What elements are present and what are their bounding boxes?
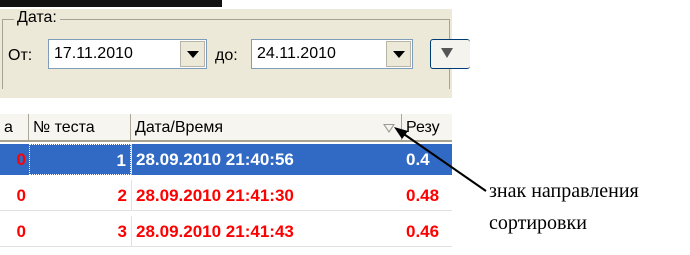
annotation-leader-line	[397, 129, 487, 192]
annotation-text-line2: сортировки	[489, 212, 587, 234]
arrowhead-icon	[394, 127, 408, 139]
screenshot-stage: Дата: От: 17.11.2010 до: 24.11.2010 а № …	[0, 0, 690, 255]
annotation-text-line1: знак направления	[489, 180, 639, 202]
